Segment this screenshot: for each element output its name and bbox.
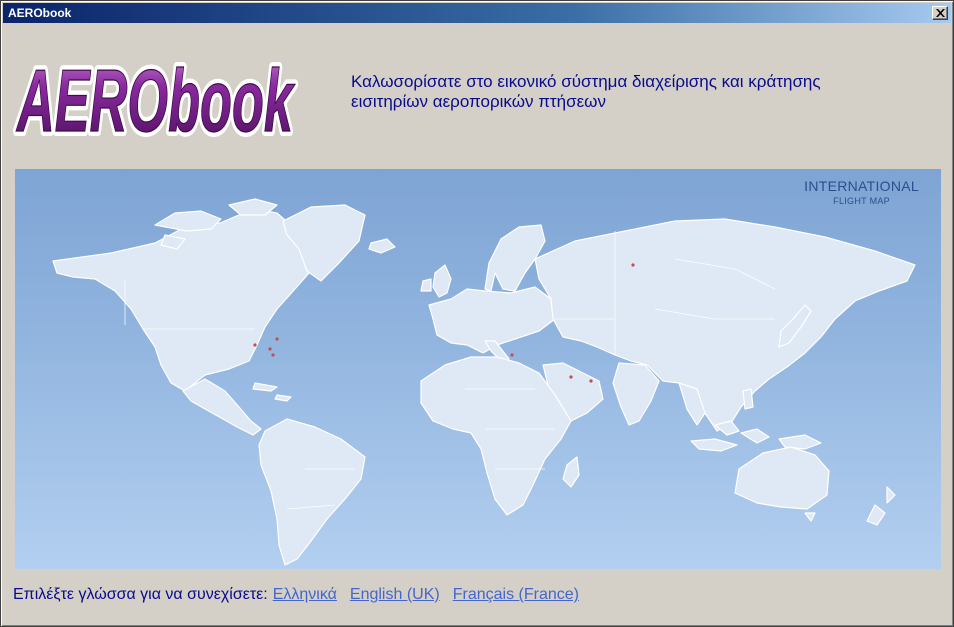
welcome-line-2: εισιτηρίων αεροπορικών πτήσεων bbox=[351, 92, 606, 111]
language-link-french[interactable]: Français (France) bbox=[453, 586, 579, 603]
world-map-graphic bbox=[52, 198, 916, 566]
language-link-english[interactable]: English (UK) bbox=[350, 586, 440, 603]
svg-text:AERObook: AERObook bbox=[16, 51, 296, 150]
main-window: AERObook AERObook AERObook Καλωσορίσατε … bbox=[0, 0, 954, 627]
language-selector: Επιλέξτε γλώσσα για να συνεχίσετε: Ελληνι… bbox=[13, 586, 579, 606]
language-prompt: Επιλέξτε γλώσσα για να συνεχίσετε: bbox=[13, 586, 268, 603]
world-map: INTERNATIONAL FLIGHT MAP bbox=[15, 169, 941, 569]
language-link-greek[interactable]: Ελληνικά bbox=[273, 586, 337, 603]
aerobook-logo: AERObook AERObook bbox=[13, 46, 300, 155]
window-title: AERObook bbox=[8, 6, 72, 20]
map-title-main: INTERNATIONAL bbox=[804, 178, 919, 194]
close-icon bbox=[936, 9, 945, 17]
map-title: INTERNATIONAL FLIGHT MAP bbox=[804, 178, 919, 206]
map-title-sub: FLIGHT MAP bbox=[833, 196, 890, 206]
title-bar[interactable]: AERObook bbox=[3, 3, 951, 23]
welcome-message: Καλωσορίσατε στο εικονικό σύστημα διαχεί… bbox=[351, 72, 911, 112]
welcome-line-1: Καλωσορίσατε στο εικονικό σύστημα διαχεί… bbox=[351, 72, 821, 91]
close-button[interactable] bbox=[932, 6, 948, 20]
